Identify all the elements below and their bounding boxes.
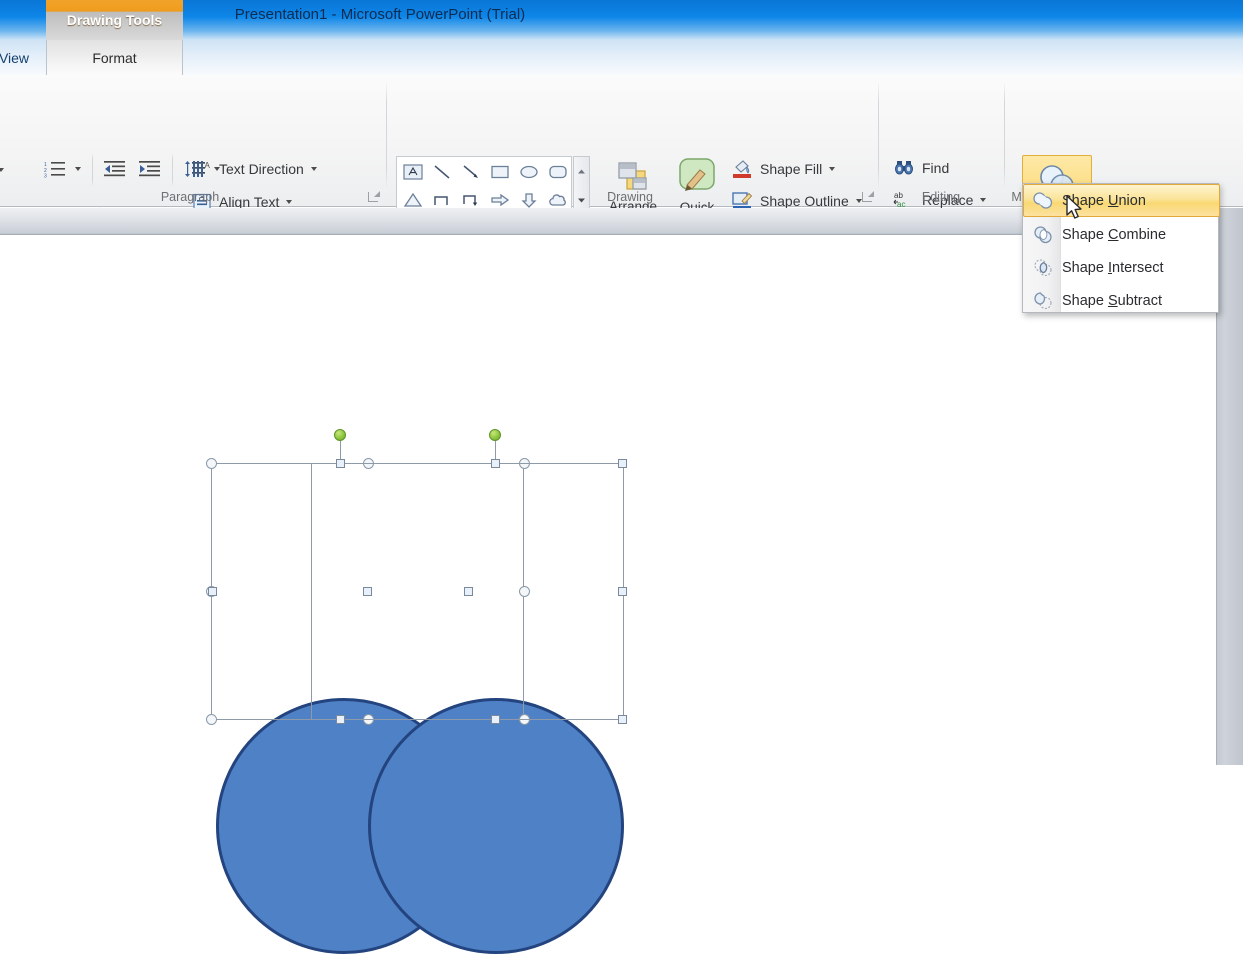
textbox-shape-icon [402,163,423,180]
title-bar: Drawing Tools Presentation1 - Microsoft … [0,0,1243,40]
gallery-shape-rounded-rectangle[interactable] [543,158,572,185]
drawing-dialog-launcher[interactable] [862,191,874,203]
shape-combine-icon [1024,224,1062,246]
shape-fill-command[interactable]: Shape Fill [731,158,836,180]
find-label: Find [922,160,950,176]
chevron-down-icon [0,168,4,172]
chevron-down-icon [75,167,81,171]
selection-handle-top-mid-right[interactable] [491,459,500,468]
chevron-down-icon [310,167,317,171]
menu-item-shape-intersect[interactable]: Shape Intersect [1024,251,1219,284]
selection-handle-mid-right-right[interactable] [618,587,627,596]
paragraph-dialog-launcher[interactable] [368,191,380,203]
selection-handle-center-left-right[interactable] [363,587,372,596]
gallery-scroll-up-button[interactable] [574,157,589,185]
right-gutter [1216,208,1243,765]
selection-handle-center-right[interactable] [464,587,473,596]
svg-text:A: A [205,161,211,170]
combine-shapes-menu: Shape Union Shape Combine Shape Intersec… [1022,183,1220,313]
find-command[interactable]: Find [893,158,949,178]
group-divider [386,81,387,189]
decrease-indent-button[interactable] [102,157,128,181]
increase-indent-icon [139,161,160,177]
group-label-paragraph: Paragraph [160,190,220,204]
shape-fill-icon [733,160,751,178]
menu-label-shape-union: Shape Union [1062,192,1146,209]
selection-handle-tl-right[interactable] [336,459,345,468]
window-title: Presentation1 - Microsoft PowerPoint (Tr… [234,6,526,23]
rectangle-shape-icon [490,165,509,178]
gallery-shape-arrow[interactable] [456,158,485,185]
group-label-drawing: Drawing [607,190,653,204]
menu-item-shape-union[interactable]: Shape Union [1023,184,1220,217]
gallery-shape-textbox[interactable] [398,158,427,185]
arrow-shape-icon [463,164,478,178]
shape-subtract-icon [1024,290,1062,312]
menu-item-shape-subtract[interactable]: Shape Subtract [1024,284,1219,317]
menu-item-shape-combine[interactable]: Shape Combine [1024,218,1219,251]
chevron-up-icon [578,169,585,173]
divider [172,153,173,187]
shape-intersect-icon [1024,257,1062,279]
gallery-shape-line[interactable] [427,158,456,185]
tab-format[interactable]: Format [46,40,183,75]
circle-right[interactable] [368,698,624,954]
rotation-handle-right[interactable] [489,429,501,441]
shape-fill-label: Shape Fill [760,161,823,177]
selection-handle-mid-left-right[interactable] [208,587,217,596]
decrease-indent-icon [104,161,125,177]
selection-handle-br-right[interactable] [618,715,627,724]
text-direction-command[interactable]: A Text Direction [192,159,317,179]
bullets-button[interactable] [0,159,12,181]
svg-text:3: 3 [44,174,47,179]
tab-view[interactable]: View [0,40,42,75]
chevron-down-icon [829,167,836,171]
increase-indent-button[interactable] [137,157,163,181]
menu-label-shape-combine: Shape Combine [1062,226,1167,243]
group-label-editing: Editing [921,190,961,204]
selection-handle-tr-right[interactable] [618,459,627,468]
selection-handle-bottom-mid-right[interactable] [491,715,500,724]
gallery-shape-oval[interactable] [514,158,543,185]
group-divider [878,81,879,189]
numbered-list-icon: 1 2 3 [44,162,65,179]
shape-union-icon [1024,190,1062,212]
find-icon [895,161,913,175]
selection-handle-corner-tl-left[interactable] [206,458,217,469]
ribbon-tab-strip: View Format [0,40,1243,75]
numbering-dropdown[interactable] [70,159,86,179]
selection-handle-corner-bl-left[interactable] [206,714,217,725]
line-shape-icon [434,164,449,179]
rotation-handle-left[interactable] [334,429,346,441]
text-direction-label: Text Direction [219,161,304,177]
gallery-shape-rectangle[interactable] [485,158,514,185]
numbering-button[interactable]: 1 2 3 [42,157,68,181]
selection-handle-bl-right[interactable] [336,715,345,724]
group-divider [1004,81,1005,189]
menu-label-shape-intersect: Shape Intersect [1062,259,1164,276]
text-direction-icon: A [193,161,211,177]
rounded-rectangle-shape-icon [548,165,567,178]
menu-label-shape-subtract: Shape Subtract [1062,292,1162,309]
divider [92,153,93,187]
oval-shape-icon [519,165,538,178]
